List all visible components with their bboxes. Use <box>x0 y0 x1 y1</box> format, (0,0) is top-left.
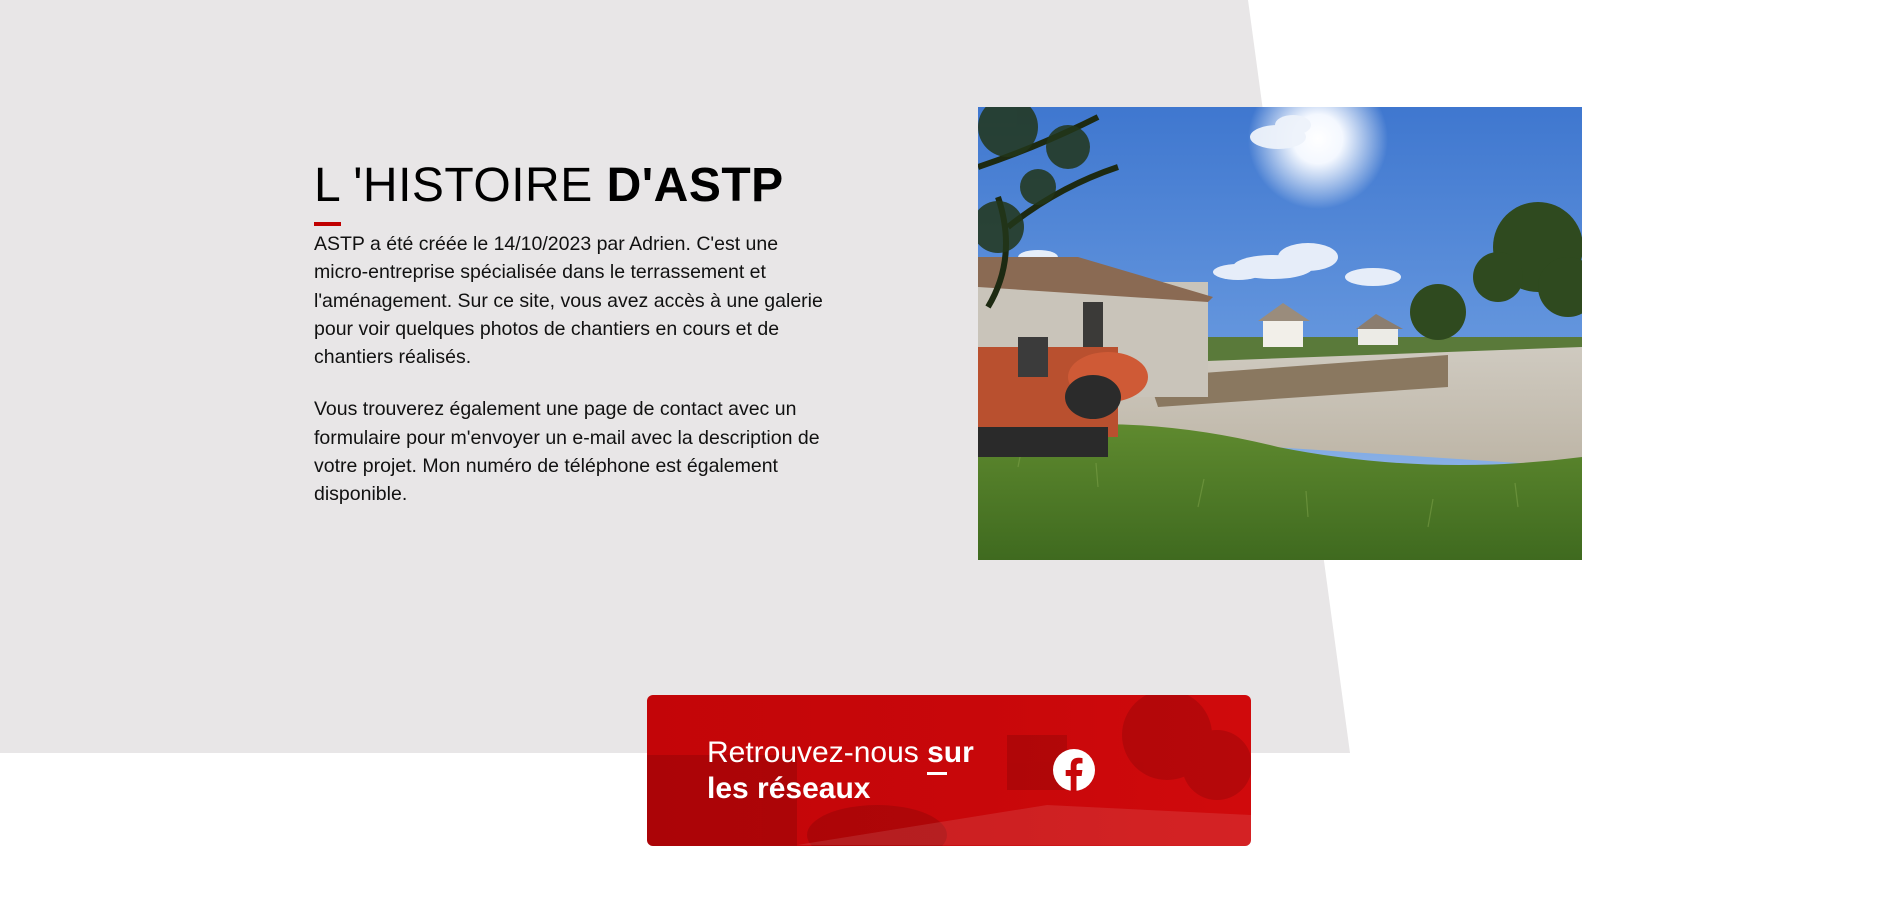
history-paragraph-1: ASTP a été créée le 14/10/2023 par Adrie… <box>314 233 823 369</box>
social-text-bold-1: sur <box>927 736 974 769</box>
social-text-bold-2: les réseaux <box>707 772 871 805</box>
history-paragraph-2: Vous trouverez également une page de con… <box>314 398 820 506</box>
social-text-normal: Retrouvez-nous <box>707 736 919 769</box>
title-bold: D'ASTP <box>606 159 784 212</box>
social-text: Retrouvez-nous sur les réseaux <box>707 735 974 807</box>
background-panel <box>0 0 1350 753</box>
page-title: L 'HISTOIRE D'ASTP <box>314 156 784 216</box>
sur-underline <box>927 772 948 775</box>
title-light: L 'HISTOIRE <box>314 159 593 212</box>
social-banner[interactable]: Retrouvez-nous sur les réseaux <box>647 695 1251 846</box>
title-underline <box>314 222 341 226</box>
history-text: ASTP a été créée le 14/10/2023 par Adrie… <box>314 230 824 533</box>
construction-photo <box>978 107 1582 560</box>
facebook-icon[interactable] <box>1052 748 1096 792</box>
